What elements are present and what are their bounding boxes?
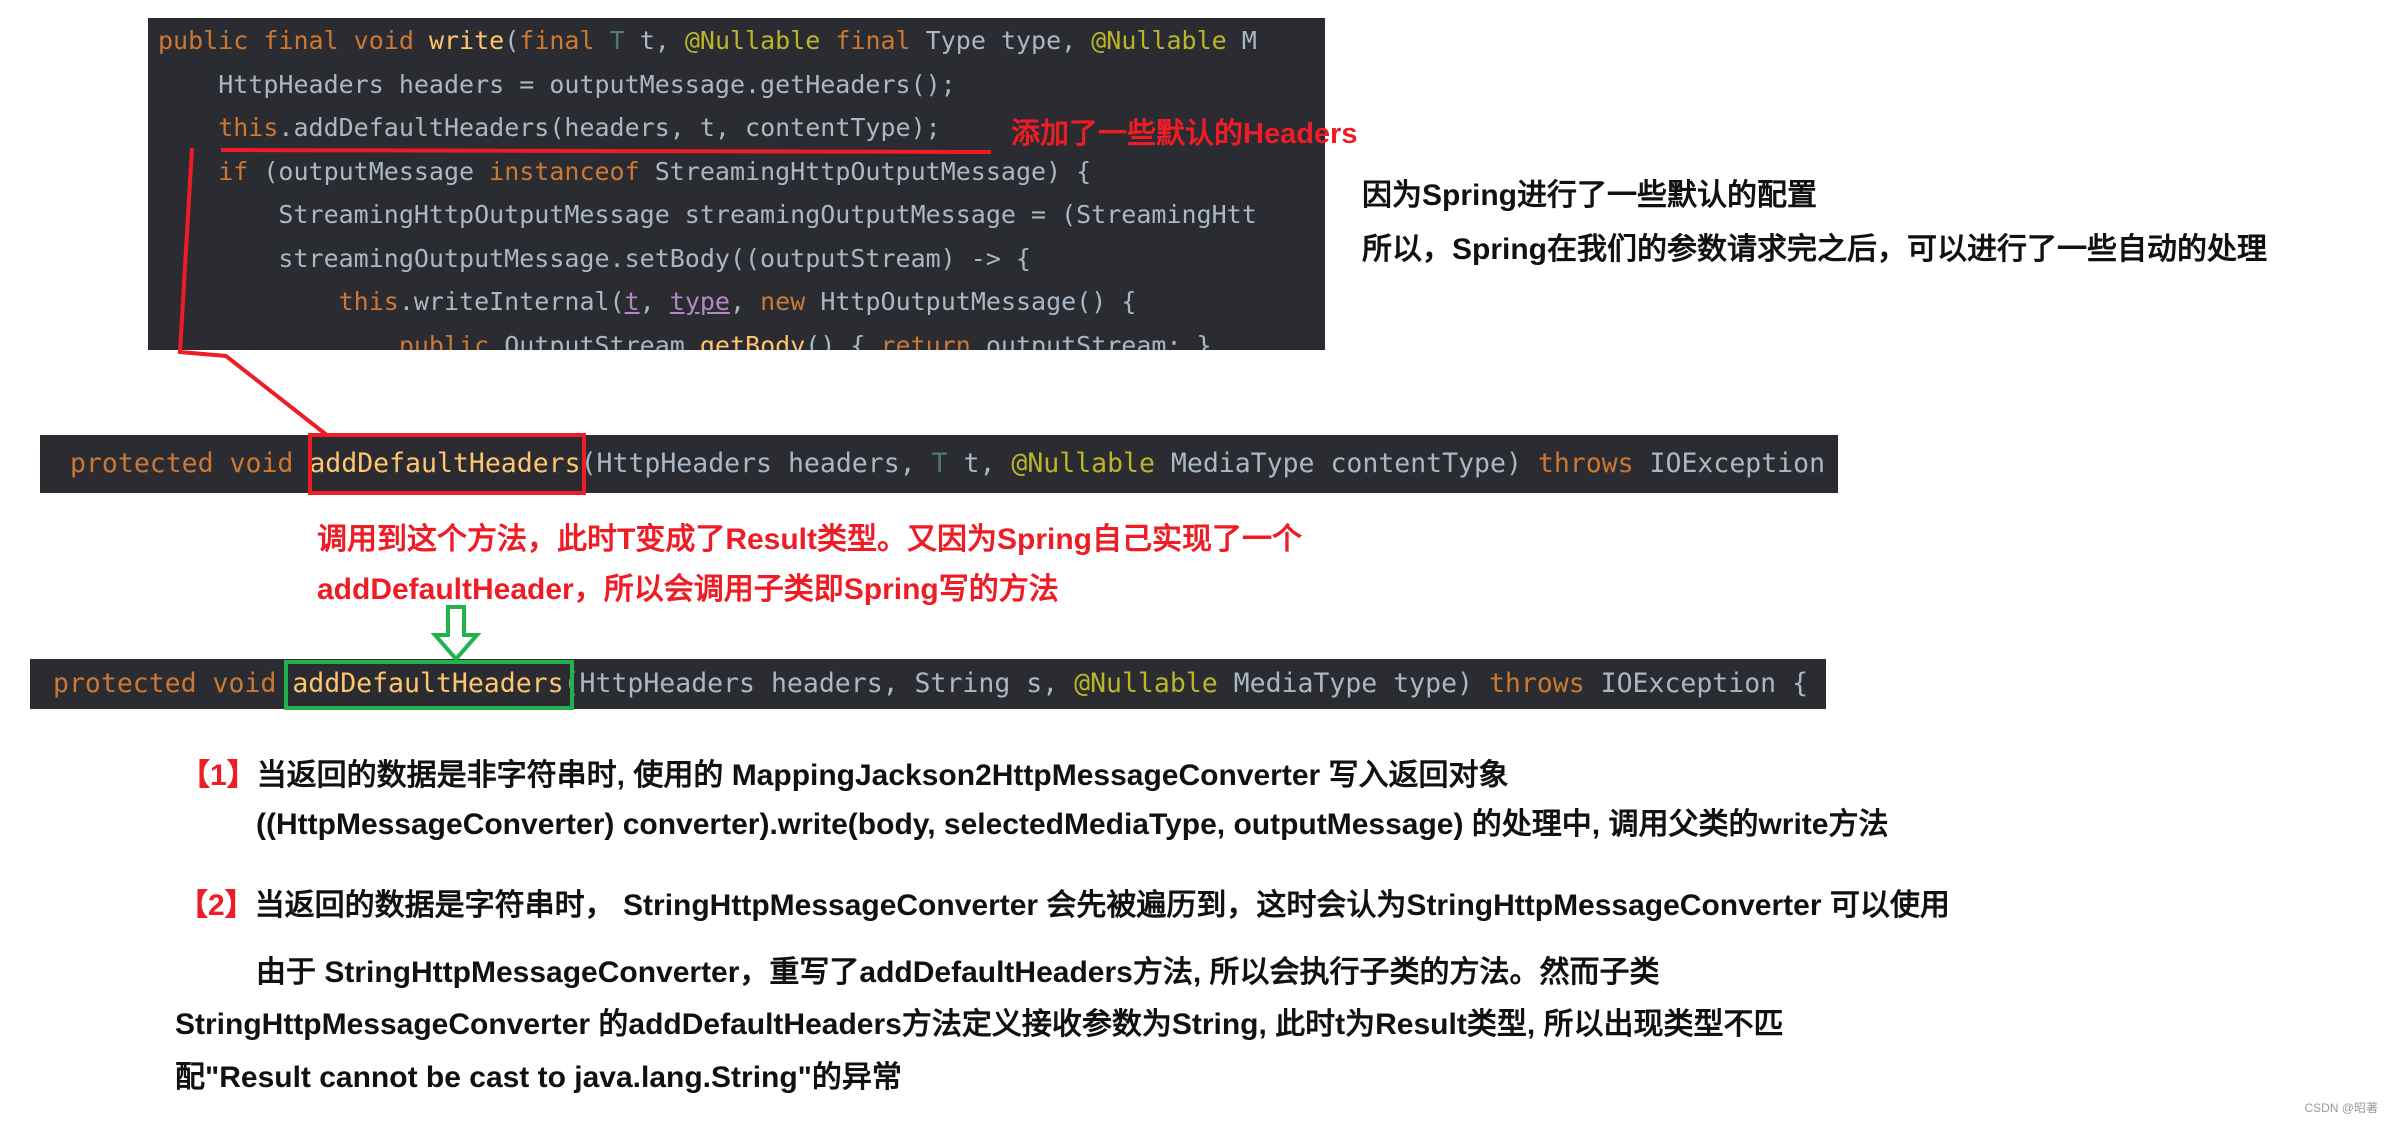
code-line: HttpHeaders headers = outputMessage.getH… [158, 63, 956, 107]
annotation-call-line-1: 调用到这个方法，此时T变成了Result类型。又因为Spring自己实现了一个 [317, 523, 1303, 556]
code-token: type [669, 287, 730, 316]
side-note-line-1: 因为Spring进行了一些默认的配置 [1362, 179, 1817, 212]
code-token: HttpOutputMessage() { [820, 287, 1137, 316]
code-token: throws [1537, 448, 1650, 479]
note-2-text: 当返回的数据是字符串时， StringHttpMessageConverter … [254, 889, 1950, 922]
code-token: @Nullable [1074, 668, 1234, 699]
code-line: public final void write(final T t, @Null… [158, 19, 1257, 63]
code-token: MediaType type) [1233, 668, 1489, 699]
code-token: public [158, 330, 505, 351]
code-line: this.writeInternal(t, type, new HttpOutp… [158, 280, 1137, 324]
note-1-line-2: ((HttpMessageConverter) converter).write… [256, 808, 1889, 841]
code-token: public final void [158, 26, 429, 55]
note-2-line-1: 【2】当返回的数据是字符串时， StringHttpMessageConvert… [178, 880, 1950, 924]
code-token: instanceof [489, 156, 655, 186]
code-token: new [760, 287, 821, 316]
note-2-line-2: 由于 StringHttpMessageConverter，重写了addDefa… [256, 956, 1660, 989]
green-down-arrow-icon [430, 605, 482, 663]
red-highlight-box [308, 433, 586, 495]
code-token: (HttpHeaders headers, String s, [563, 668, 1075, 699]
code-token: MediaType contentType) [1170, 448, 1538, 479]
side-note-line-2: 所以，Spring在我们的参数请求完之后，可以进行了一些自动的处理 [1362, 233, 2267, 266]
note-2-marker: 【2】 [178, 889, 255, 922]
code-token: throws [1488, 668, 1601, 699]
code-token: (outputMessage [263, 156, 490, 186]
note-1-text: 当返回的数据是非字符串时, 使用的 MappingJackson2HttpMes… [256, 759, 1509, 792]
code-token: .writeInternal( [398, 287, 625, 316]
code-token: t [624, 287, 640, 316]
code-token: final [519, 26, 610, 55]
code-token: OutputStream [504, 330, 700, 351]
note-2-line-3: StringHttpMessageConverter 的addDefaultHe… [175, 1008, 1784, 1041]
code-token: T [609, 26, 640, 55]
code-line: streamingOutputMessage.setBody((outputSt… [158, 237, 1031, 281]
code-token: @Nullable [1091, 26, 1242, 55]
code-token: M [1241, 26, 1257, 55]
code-token: StreamingHttpOutputMessage streamingOutp… [158, 200, 1257, 229]
note-1-line-1: 【1】当返回的数据是非字符串时, 使用的 MappingJackson2Http… [180, 750, 1509, 794]
note-1-marker: 【1】 [180, 759, 257, 792]
code-token: if [158, 156, 264, 186]
code-token: .addDefaultHeaders(headers, t, contentTy… [278, 113, 941, 142]
code-token: outputStream; } [985, 330, 1212, 351]
code-token: this [158, 287, 399, 316]
code-token: HttpHeaders headers = outputMessage.getH… [158, 69, 956, 99]
code-token: write [428, 26, 505, 55]
code-token: @Nullable [684, 26, 836, 55]
annotation-call-line-2: addDefaultHeader，所以会调用子类即Spring写的方法 [317, 573, 1059, 606]
code-token: t, [963, 448, 1012, 479]
code-token: @Nullable [1011, 448, 1171, 479]
green-highlight-box [284, 660, 574, 710]
code-token: , [639, 287, 670, 316]
code-block-write-method: public final void write(final T t, @Null… [148, 18, 1325, 350]
code-token: IOException { [1600, 668, 1809, 699]
code-token: final [835, 26, 926, 55]
code-token: this [158, 113, 279, 142]
code-token: getBody [699, 330, 806, 351]
code-token: ( [504, 26, 520, 55]
code-token: (HttpHeaders headers, [580, 448, 932, 479]
code-token: , [730, 287, 761, 316]
watermark: CSDN @昭著 [2304, 1101, 2378, 1115]
code-line: this.addDefaultHeaders(headers, t, conte… [158, 106, 941, 150]
code-line: StreamingHttpOutputMessage streamingOutp… [158, 193, 1257, 237]
code-token: () { [805, 330, 881, 351]
code-token: protected void [70, 448, 310, 479]
code-token: IOException [1649, 448, 1826, 479]
code-token: Type type, [925, 26, 1092, 55]
code-token: protected void [53, 668, 293, 699]
code-token: streamingOutputMessage.setBody((outputSt… [158, 243, 1031, 273]
annotation-default-headers: 添加了一些默认的Headers [1011, 118, 1358, 150]
code-line: public OutputStream getBody() { return o… [158, 324, 1212, 351]
code-token: t, [639, 26, 685, 55]
code-token: T [931, 448, 964, 479]
note-2-line-4: 配"Result cannot be cast to java.lang.Str… [175, 1061, 902, 1094]
code-token: return [880, 330, 986, 351]
code-token: StreamingHttpOutputMessage) { [654, 156, 1092, 186]
code-line: if (outputMessage instanceof StreamingHt… [158, 150, 1091, 194]
